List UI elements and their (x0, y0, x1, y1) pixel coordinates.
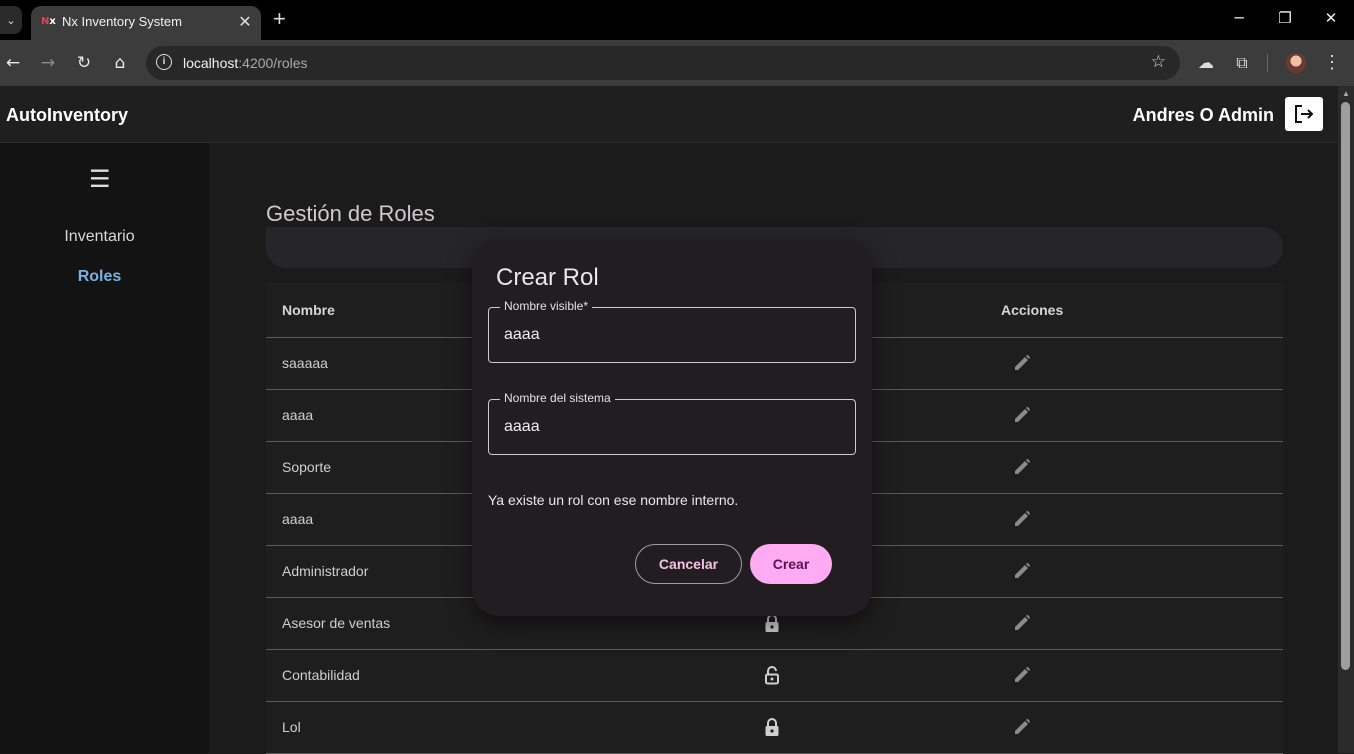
edit-pencil-icon[interactable] (1013, 406, 1031, 424)
bookmark-star-icon[interactable]: ☆ (1151, 52, 1166, 72)
column-header-nombre: Nombre (282, 302, 335, 318)
brand-title: AutoInventory (6, 105, 129, 125)
window-close-icon[interactable]: ✕ (1321, 9, 1341, 27)
column-header-acciones: Acciones (1001, 302, 1064, 318)
toolbar-divider (1267, 54, 1268, 72)
back-arrow-icon[interactable]: ← (2, 52, 24, 74)
page-scrollbar[interactable]: ▲ (1338, 86, 1354, 753)
page-title: Gestión de Roles (266, 201, 435, 226)
tab-search-chevron-icon[interactable]: ⌄ (0, 6, 22, 34)
browser-tab-bar: ⌄ Nx Nx Inventory System ✕ + ─ ❐ ✕ (0, 0, 1354, 40)
forward-arrow-icon[interactable]: → (37, 52, 59, 74)
role-name: aaaa (282, 511, 314, 527)
site-info-icon[interactable]: i (156, 54, 172, 70)
tab-title: Nx Inventory System (62, 14, 182, 29)
extensions-icon[interactable]: ⧉ (1232, 53, 1252, 73)
role-name: Lol (282, 719, 301, 735)
edit-pencil-icon[interactable] (1013, 666, 1031, 684)
edit-pencil-icon[interactable] (1013, 458, 1031, 476)
create-role-dialog: Crear Rol Nombre visible* aaaa Nombre de… (472, 239, 872, 616)
edit-pencil-icon[interactable] (1013, 510, 1031, 528)
url-host: localhost (183, 55, 239, 71)
logout-icon (1295, 105, 1314, 123)
display-name-label: Nombre visible* (500, 299, 593, 313)
sidebar-item-inventario[interactable]: Inventario (0, 228, 199, 246)
app-header: AutoInventory Andres O Admin (0, 86, 1338, 143)
role-name: Soporte (282, 459, 332, 475)
sidebar: ☰ Inventario Roles (0, 143, 209, 753)
extension-puzzle-cloud-icon[interactable]: ☁ (1196, 53, 1216, 73)
display-name-value[interactable]: aaaa (504, 326, 540, 344)
role-name: Contabilidad (282, 667, 360, 683)
scroll-up-icon[interactable]: ▲ (1342, 89, 1350, 98)
address-bar[interactable]: i localhost:4200/roles ☆ (146, 46, 1180, 80)
role-name: Administrador (282, 563, 369, 579)
display-name-field[interactable]: Nombre visible* aaaa (488, 299, 856, 363)
edit-pencil-icon[interactable] (1013, 562, 1031, 580)
reload-icon[interactable]: ↻ (73, 52, 95, 74)
lock-icon[interactable] (764, 717, 780, 737)
role-name: saaaaa (282, 355, 328, 371)
minimize-icon[interactable]: ─ (1229, 9, 1249, 27)
home-icon[interactable]: ⌂ (109, 52, 131, 74)
browser-toolbar: ← → ↻ ⌂ i localhost:4200/roles ☆ ☁ ⧉ (0, 40, 1354, 86)
user-name: Andres O Admin (1132, 105, 1274, 125)
system-name-label: Nombre del sistema (500, 391, 615, 405)
url-path: :4200/roles (238, 55, 308, 71)
browser-tab[interactable]: Nx Nx Inventory System ✕ (31, 6, 261, 40)
unlock-icon[interactable] (764, 665, 780, 685)
cancel-button[interactable]: Cancelar (635, 544, 742, 584)
profile-avatar[interactable] (1286, 53, 1306, 73)
role-name: Asesor de ventas (282, 615, 391, 631)
edit-pencil-icon[interactable] (1013, 718, 1031, 736)
system-name-field[interactable]: Nombre del sistema aaaa (488, 391, 856, 455)
dialog-title: Crear Rol (496, 264, 599, 291)
new-tab-button[interactable]: + (273, 8, 286, 30)
restore-icon[interactable]: ❐ (1275, 9, 1295, 27)
sidebar-item-roles[interactable]: Roles (0, 268, 199, 286)
scroll-thumb[interactable] (1341, 102, 1350, 670)
lock-icon[interactable] (764, 613, 780, 633)
error-message: Ya existe un rol con ese nombre interno. (488, 492, 739, 508)
hamburger-menu-icon[interactable]: ☰ (89, 165, 111, 193)
browser-menu-icon[interactable]: ⋮ (1322, 52, 1342, 73)
tab-close-icon[interactable]: ✕ (237, 12, 253, 32)
role-name: aaaa (282, 407, 314, 423)
table-row: Lol (266, 702, 1283, 754)
nx-favicon-icon: Nx (41, 16, 56, 27)
edit-pencil-icon[interactable] (1013, 614, 1031, 632)
edit-pencil-icon[interactable] (1013, 354, 1031, 372)
create-button[interactable]: Crear (750, 544, 832, 584)
logout-button[interactable] (1285, 97, 1323, 131)
system-name-value[interactable]: aaaa (504, 418, 540, 436)
table-row: Contabilidad (266, 650, 1283, 702)
url-text: localhost:4200/roles (183, 55, 308, 71)
